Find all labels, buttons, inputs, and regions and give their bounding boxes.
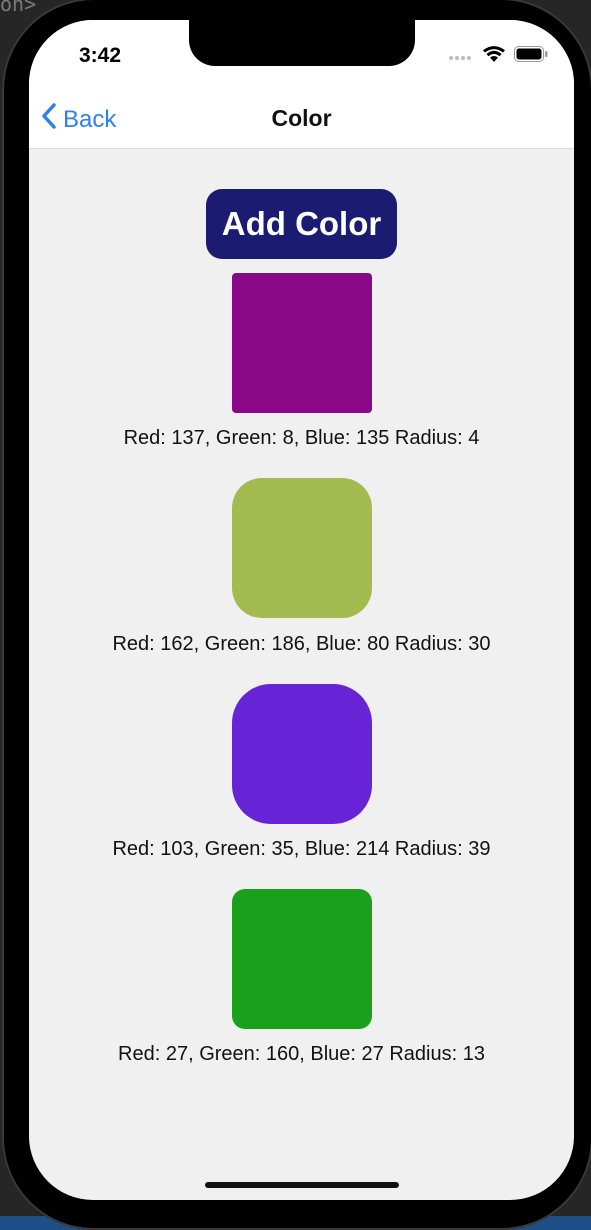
- page-title: Color: [271, 105, 332, 131]
- color-label: Red: 103, Green: 35, Blue: 214 Radius: 3…: [112, 838, 491, 860]
- home-indicator: [205, 1182, 399, 1188]
- color-swatch: [232, 478, 372, 618]
- color-label: Red: 162, Green: 186, Blue: 80 Radius: 3…: [112, 633, 491, 655]
- status-time: 3:42: [79, 44, 122, 67]
- status-bar: 3:42: [29, 20, 574, 90]
- color-swatch: [232, 889, 372, 1029]
- color-swatch: [232, 273, 372, 413]
- wifi-icon: [482, 45, 506, 68]
- color-swatch: [232, 684, 372, 824]
- color-label: Red: 137, Green: 8, Blue: 135 Radius: 4: [123, 427, 480, 449]
- navigation-bar: Back Color: [29, 90, 574, 149]
- desktop-text-fragment: on>: [0, 0, 37, 16]
- color-label: Red: 27, Green: 160, Blue: 27 Radius: 13: [118, 1043, 485, 1065]
- notch: [189, 20, 415, 66]
- phone-frame: 3:42 Back Color Add Color Red: 137, Gree…: [2, 0, 591, 1230]
- signal-icon: [448, 48, 474, 66]
- status-icons: [448, 45, 548, 68]
- add-color-button[interactable]: Add Color: [206, 189, 397, 259]
- phone-screen: 3:42 Back Color Add Color Red: 137, Gree…: [29, 20, 574, 1200]
- battery-icon: [514, 46, 548, 67]
